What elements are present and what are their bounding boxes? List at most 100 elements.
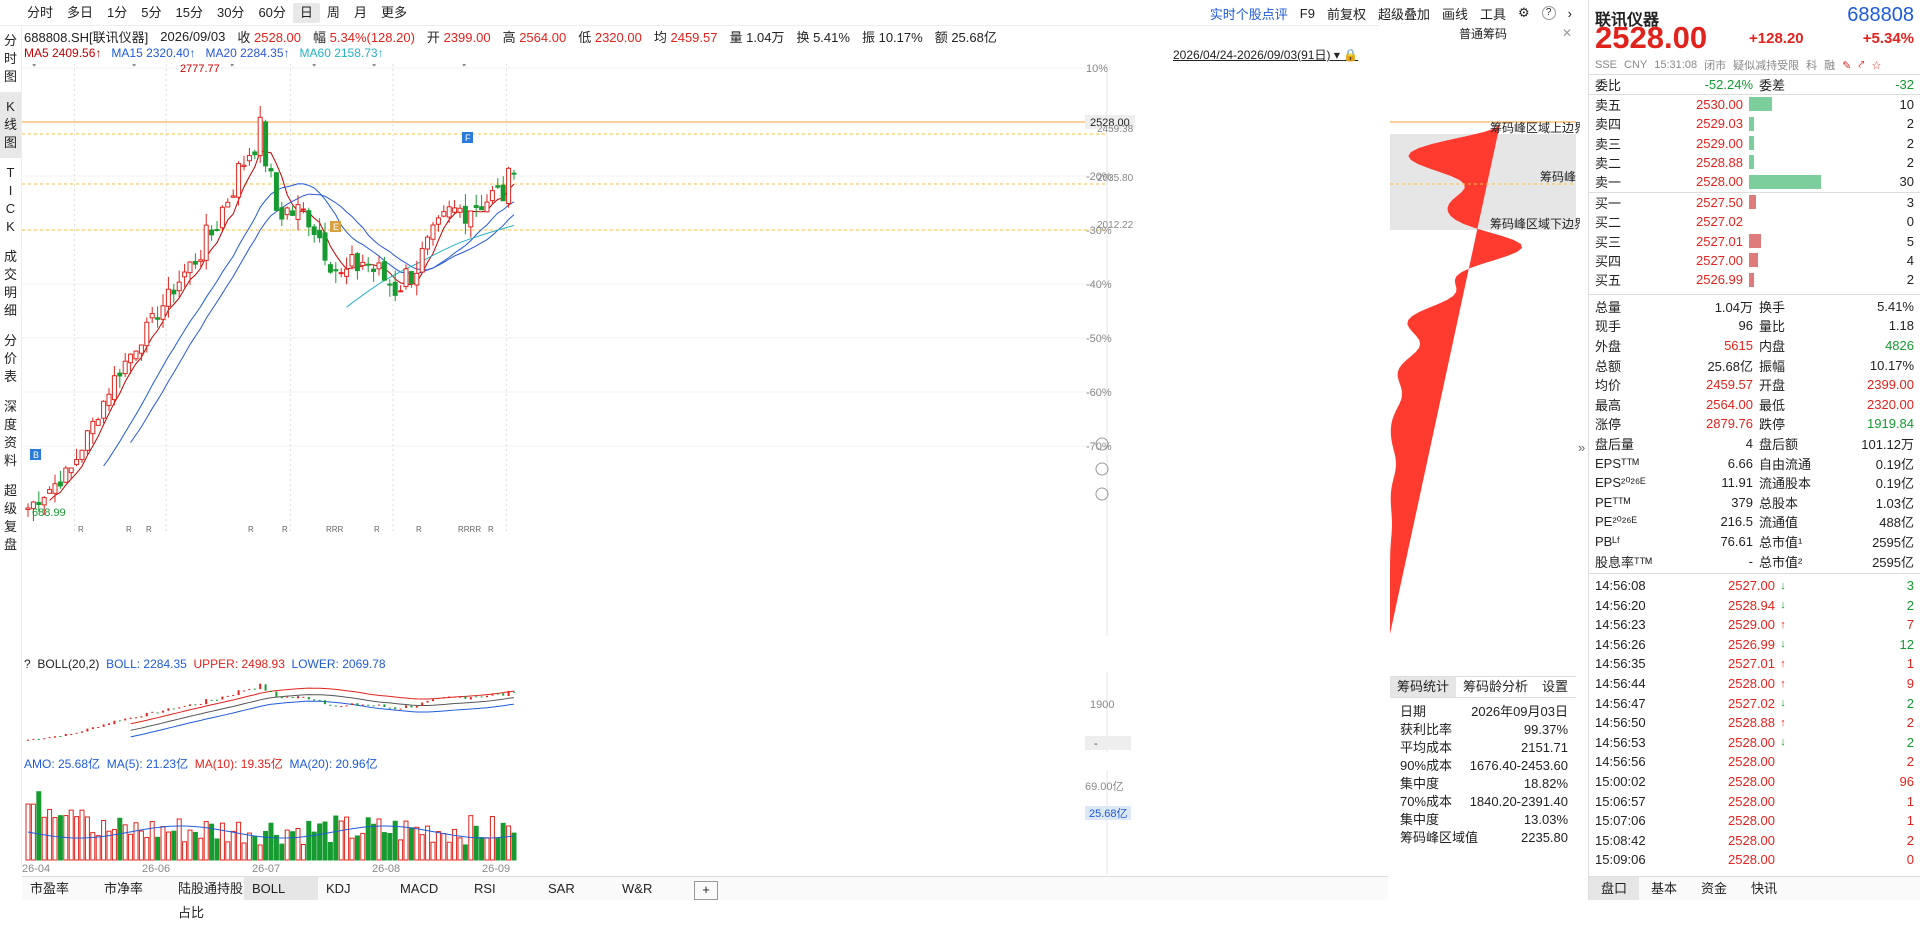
indicator-tab-5[interactable]: MACD: [392, 877, 466, 900]
chip-stat-value: 2026年09月03日: [1471, 704, 1568, 719]
bids-row[interactable]: 买四 2527.00 4: [1589, 251, 1920, 270]
boll-chart[interactable]: 1900 -: [22, 672, 1382, 752]
volume-bar: [441, 833, 447, 861]
indicator-tab-9[interactable]: +: [694, 881, 718, 900]
period-tab-0[interactable]: 分时: [20, 3, 60, 23]
asks-row[interactable]: 卖五 2530.00 10: [1589, 95, 1920, 114]
tick-row: 14:56:53 2528.00 ↓ 2: [1589, 733, 1920, 753]
vmenu-item-3[interactable]: 成 交 明 细: [0, 242, 21, 326]
period-tab-5[interactable]: 30分: [210, 3, 251, 23]
asks-row[interactable]: 卖三 2529.00 2: [1589, 133, 1920, 152]
asks-row[interactable]: 卖二 2528.88 2: [1589, 153, 1920, 172]
chevron-right-icon[interactable]: ›: [1568, 6, 1572, 21]
asks-row[interactable]: 卖一 2528.00 30: [1589, 172, 1920, 191]
tick-price: 2528.00: [1728, 734, 1775, 750]
tools-button[interactable]: 工具: [1480, 4, 1506, 23]
tick-row: 14:56:47 2527.02 ↓ 2: [1589, 693, 1920, 713]
boll-candle: [37, 738, 40, 740]
bids-row[interactable]: 买五 2526.99 2: [1589, 270, 1920, 289]
indicator-tab-0[interactable]: 市盈率: [22, 877, 96, 900]
period-tab-7[interactable]: 日: [292, 2, 320, 23]
boll-candle: [464, 696, 467, 699]
draw-line-button[interactable]: 画线: [1442, 4, 1468, 23]
quote-tab-1[interactable]: 基本: [1639, 877, 1689, 900]
boll-help-icon[interactable]: ?: [24, 657, 31, 671]
help-icon[interactable]: ?: [1541, 6, 1556, 20]
period-tab-4[interactable]: 15分: [169, 3, 210, 23]
candle-body: [365, 263, 371, 266]
fit-icon[interactable]: [1095, 487, 1109, 501]
indicator-tab-8[interactable]: W&R: [614, 877, 688, 900]
candle-body: [171, 289, 177, 295]
event-star-icon[interactable]: *: [132, 64, 137, 73]
adjust-button[interactable]: 前复权: [1327, 4, 1366, 23]
indicator-tab-3[interactable]: BOLL: [244, 877, 318, 900]
stat-label: 量比: [1759, 319, 1786, 335]
indicator-tab-1[interactable]: 市净率: [96, 877, 170, 900]
volume-bar: [279, 843, 285, 861]
quote-tab-3[interactable]: 快讯: [1739, 877, 1789, 900]
f9-button[interactable]: F9: [1300, 6, 1315, 21]
period-tab-9[interactable]: 月: [347, 3, 374, 23]
stock-rating-link[interactable]: 实时个股点评: [1210, 4, 1288, 23]
collapse-chevron-icon[interactable]: »: [1578, 440, 1585, 455]
volume-bar: [57, 815, 63, 861]
stat-value: -: [1748, 553, 1753, 569]
tick-time: 14:56:44: [1595, 676, 1646, 692]
arrow-up-icon: ↑: [1780, 677, 1786, 690]
bids-row[interactable]: 买二 2527.02 0: [1589, 212, 1920, 231]
vmenu-item-0[interactable]: 分 时 图: [0, 26, 21, 92]
asks-row[interactable]: 卖四 2529.03 2: [1589, 114, 1920, 133]
volume-chart[interactable]: 26-04 26-06 26-07 26-08 26-09 69.00亿 25.68亿: [22, 770, 1382, 874]
chip-distribution-chart[interactable]: 筹码峰区域上边界筹码峰筹码峰区域下边界: [1390, 64, 1580, 634]
close-icon[interactable]: ✕: [1562, 26, 1572, 40]
bids-row[interactable]: 买一 2527.50 3: [1589, 193, 1920, 212]
event-star-icon[interactable]: *: [230, 64, 235, 73]
indicator-tab-2[interactable]: 陆股通持股占比: [170, 877, 244, 920]
indicator-tab-6[interactable]: RSI: [466, 877, 540, 900]
chip-tab-0[interactable]: 筹码统计: [1390, 677, 1457, 697]
vmenu-item-5[interactable]: 深 度 资 料: [0, 392, 21, 476]
period-tab-3[interactable]: 5分: [134, 3, 168, 23]
boll-candle: [189, 704, 191, 706]
event-star-icon[interactable]: *: [462, 64, 467, 73]
quote-sub-5: 科: [1806, 60, 1818, 72]
chip-stat-row: 日期 2026年09月03日: [1400, 702, 1568, 722]
star-icon[interactable]: ☆: [1872, 59, 1882, 72]
stat-value: 11.91: [1721, 475, 1753, 491]
zoom-out-icon[interactable]: [1095, 462, 1109, 476]
candle-body: [52, 483, 58, 494]
quote-tab-0[interactable]: 盘口: [1589, 877, 1640, 900]
gear-icon[interactable]: ⚙: [1518, 5, 1530, 21]
share-icon[interactable]: ⤤: [1858, 59, 1864, 72]
candle-body: [160, 305, 166, 320]
vmenu-item-6[interactable]: 超 级 复 盘: [0, 476, 21, 560]
lock-icon[interactable]: 🔒: [1343, 48, 1358, 62]
indicator-tab-4[interactable]: KDJ: [318, 877, 392, 900]
indicator-tab-7[interactable]: SAR: [540, 877, 614, 900]
period-tab-1[interactable]: 多日: [60, 3, 100, 23]
event-star-icon[interactable]: *: [372, 64, 377, 73]
bids-row[interactable]: 买三 2527.01 5: [1589, 231, 1920, 250]
period-tab-10[interactable]: 更多: [374, 3, 414, 23]
quote-tab-2[interactable]: 资金: [1689, 877, 1739, 900]
boll-candle: [442, 697, 445, 699]
chip-tab-2[interactable]: 设置: [1535, 677, 1575, 697]
date-range[interactable]: 2026/04/24-2026/09/03(91日) ▾ 🔒: [1173, 46, 1358, 63]
kline-chart[interactable]: 2777.77688.99BFE* * * * * *R R R R R RRR R R RRRR R10%…: [22, 64, 1382, 636]
period-tab-8[interactable]: 周: [320, 3, 347, 23]
boll-dash: -: [1094, 738, 1098, 750]
vmenu-item-1[interactable]: K 线 图: [0, 92, 21, 158]
stat-label: 股息率ᵀᵀᴹ: [1595, 554, 1652, 570]
event-star-icon[interactable]: *: [32, 64, 37, 73]
vmenu-item-4[interactable]: 分 价 表: [0, 326, 21, 392]
period-tab-2[interactable]: 1分: [100, 3, 134, 23]
overlay-button[interactable]: 超级叠加: [1378, 4, 1430, 23]
pencil-icon[interactable]: ✎: [1842, 59, 1851, 72]
period-tab-6[interactable]: 60分: [251, 3, 292, 23]
triangle-down-icon[interactable]: ▾: [1334, 48, 1340, 62]
event-star-icon[interactable]: *: [312, 64, 317, 73]
volume-bar: [171, 830, 177, 861]
chip-tab-1[interactable]: 筹码龄分析: [1456, 677, 1535, 697]
vmenu-item-2[interactable]: T I C K: [0, 158, 21, 242]
